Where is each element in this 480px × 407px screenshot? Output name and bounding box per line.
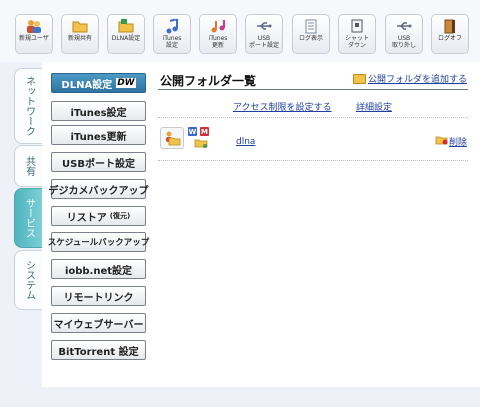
shutdown-button[interactable]: シャット ダウン (338, 14, 376, 54)
new-share-label: 新規共有 (67, 35, 92, 42)
usb-remove-label: USB 取り外し (391, 35, 416, 49)
folder-name-link[interactable]: dlna (236, 137, 255, 147)
page-title: 公開フォルダ一覧 (160, 74, 257, 88)
shared-folder-users-icon (160, 127, 184, 149)
dlna-folder-icon (117, 18, 135, 34)
itunes-update-label: iTunes 更新 (208, 35, 228, 49)
sidebar-item-label: マイウェブサーバー (53, 319, 144, 331)
sidebar-item-label: リストア (66, 212, 107, 224)
dlna-dw-logo: DW (116, 78, 136, 88)
sidebar-item-label: iobb.net設定 (64, 265, 133, 277)
tab-service[interactable]: サービス (14, 188, 42, 248)
sidebar-item-remote-link[interactable]: リモートリンク (51, 286, 146, 306)
usb-icon (255, 18, 273, 34)
tab-share-label: 共有 (23, 156, 35, 176)
log-view-label: ログ表示 (298, 35, 323, 42)
toolbar: 新規ユーザ 新規共有 DLNA設定 iTunes 設定 iTunes 更新 US… (0, 0, 480, 62)
sidebar-item-my-web-server[interactable]: マイウェブサーバー (51, 313, 146, 333)
delete-folder-link[interactable]: 削除 (435, 135, 467, 148)
folder-icon (352, 73, 366, 84)
delete-icon (435, 135, 448, 148)
dlna-settings-button[interactable]: DLNA設定 (107, 14, 145, 54)
music-notes-icon (209, 18, 227, 34)
sidebar-item-restore[interactable]: リストア (復元) (51, 206, 146, 226)
title-divider (158, 89, 468, 90)
sidebar-item-label: スケジュールバックアップ (47, 238, 150, 248)
delete-label: 削除 (448, 138, 467, 148)
sidebar-item-schedule-backup[interactable]: スケジュールバックアップ (47, 232, 150, 252)
usb-remove-icon (395, 18, 413, 34)
sidebar-item-iobb-settings[interactable]: iobb.net設定 (51, 259, 146, 279)
sidebar-item-label: iTunes更新 (70, 131, 127, 143)
tab-network[interactable]: ネットワーク (14, 68, 42, 144)
detail-settings-link[interactable]: 詳細設定 (356, 100, 392, 113)
itunes-settings-label: iTunes 設定 (162, 35, 182, 49)
access-restriction-link[interactable]: アクセス制限を設定する (233, 100, 332, 113)
logoff-door-icon (441, 18, 459, 34)
add-public-folder-label: 公開フォルダを追加する (367, 75, 467, 85)
usb-remove-button[interactable]: USB 取り外し (385, 14, 423, 54)
new-user-label: 新規ユーザ (19, 35, 49, 42)
mac-share-badge: M (200, 127, 209, 136)
new-user-button[interactable]: 新規ユーザ (15, 14, 53, 54)
tab-service-label: サービス (23, 198, 35, 238)
sidebar-item-label: BitTorrent 設定 (58, 346, 139, 358)
row-divider (158, 160, 468, 161)
sidebar-item-label: デジカメバックアップ (48, 185, 149, 197)
sidebar-item-camera-backup[interactable]: デジカメバックアップ (48, 179, 149, 199)
users-icon (25, 18, 43, 34)
new-share-button[interactable]: 新規共有 (61, 14, 99, 54)
header-divider (158, 117, 468, 118)
folder-row-icons: W M (160, 127, 209, 151)
tab-system-label: システム (23, 260, 35, 300)
sidebar-item-label: DLNA設定 (61, 79, 113, 91)
protocol-badges: W M (188, 127, 209, 151)
sidebar-item-itunes-update[interactable]: iTunes更新 (51, 125, 146, 145)
tab-share[interactable]: 共有 (14, 145, 42, 187)
shutdown-icon (348, 18, 366, 34)
logoff-button[interactable]: ログオフ (431, 14, 469, 54)
sidebar-item-dlna-settings[interactable]: DLNA設定 DW (51, 73, 146, 93)
shutdown-label: シャット ダウン (344, 35, 369, 49)
sidebar-item-label: iTunes設定 (70, 107, 127, 119)
sidebar-item-sublabel: (復元) (109, 212, 131, 220)
tab-system[interactable]: システム (14, 250, 42, 310)
log-view-button[interactable]: ログ表示 (292, 14, 330, 54)
add-public-folder-link[interactable]: 公開フォルダを追加する (352, 72, 467, 85)
sidebar-item-bittorrent-settings[interactable]: BitTorrent 設定 (51, 340, 146, 360)
sidebar-item-usb-port-settings[interactable]: USBポート設定 (51, 152, 146, 172)
log-icon (302, 18, 320, 34)
sidebar-item-label: リモートリンク (63, 292, 134, 304)
folder-small-icon (194, 138, 209, 151)
itunes-settings-button[interactable]: iTunes 設定 (153, 14, 191, 54)
usb-port-settings-button[interactable]: USB ポート設定 (245, 14, 283, 54)
music-note-icon (163, 18, 181, 34)
logoff-label: ログオフ (437, 35, 462, 42)
sidebar-item-itunes-settings[interactable]: iTunes設定 (51, 101, 146, 121)
tab-network-label: ネットワーク (23, 76, 35, 136)
folder-icon (71, 18, 89, 34)
itunes-update-button[interactable]: iTunes 更新 (199, 14, 237, 54)
dlna-settings-label: DLNA設定 (111, 35, 141, 42)
sidebar-item-label: USBポート設定 (62, 158, 135, 170)
usb-port-settings-label: USB ポート設定 (248, 35, 279, 49)
windows-share-badge: W (188, 127, 197, 136)
